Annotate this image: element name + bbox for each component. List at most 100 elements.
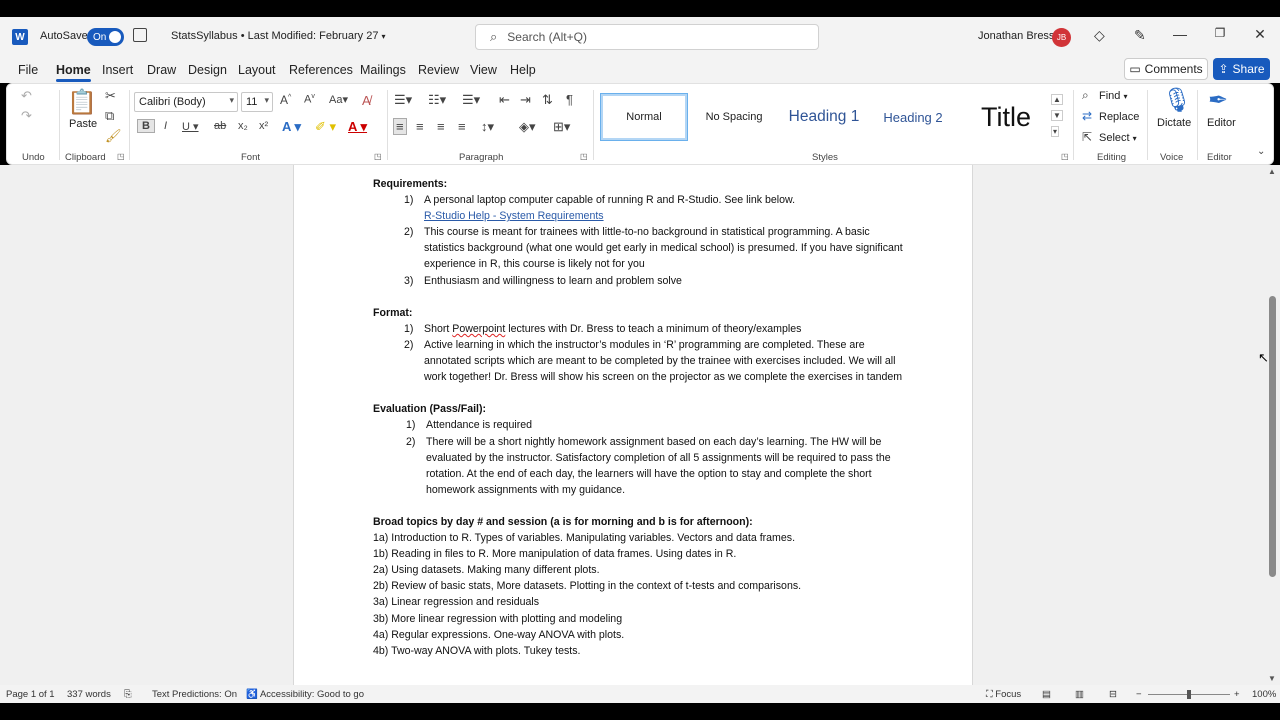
page-count[interactable]: Page 1 of 1 bbox=[6, 689, 55, 700]
tab-review[interactable]: Review bbox=[418, 63, 459, 77]
copy-icon[interactable]: ⧉ bbox=[105, 108, 114, 124]
microphone-icon[interactable]: 🎙 bbox=[1162, 86, 1192, 115]
grow-font-icon[interactable]: A^ bbox=[280, 93, 291, 107]
paste-icon[interactable]: 📋 bbox=[67, 88, 97, 117]
replace-icon[interactable]: ⇄ bbox=[1082, 109, 1092, 123]
format-painter-icon[interactable]: 🖌 bbox=[105, 128, 122, 144]
subscript-icon[interactable]: x₂ bbox=[238, 120, 248, 132]
find-button[interactable]: Find ▾ bbox=[1099, 90, 1127, 102]
select-button[interactable]: Select ▾ bbox=[1099, 132, 1137, 144]
scroll-down-icon[interactable]: ▼ bbox=[1268, 674, 1276, 683]
redo-icon[interactable]: ↷ bbox=[21, 108, 32, 124]
accessibility-status[interactable]: ♿ Accessibility: Good to go bbox=[246, 689, 364, 700]
save-icon[interactable] bbox=[133, 28, 147, 42]
paste-button[interactable]: Paste bbox=[69, 118, 97, 130]
decrease-indent-icon[interactable]: ⇤ bbox=[499, 92, 510, 108]
minimize-button[interactable]: — bbox=[1170, 26, 1190, 42]
web-layout-icon[interactable]: ⊟ bbox=[1109, 689, 1117, 700]
underline-icon[interactable]: U ▾ bbox=[182, 120, 199, 133]
highlight-icon[interactable]: ✐ ▾ bbox=[315, 119, 336, 135]
bold-icon[interactable]: B bbox=[137, 119, 155, 133]
tab-home[interactable]: Home bbox=[56, 63, 91, 82]
multilevel-list-icon[interactable]: ☰▾ bbox=[462, 92, 480, 108]
strikethrough-icon[interactable]: ab bbox=[214, 120, 226, 132]
align-left-icon[interactable]: ≡ bbox=[393, 118, 407, 135]
autosave-toggle[interactable]: On bbox=[87, 28, 124, 46]
style-heading-2[interactable]: Heading 2 bbox=[873, 94, 953, 140]
replace-button[interactable]: Replace bbox=[1099, 111, 1139, 123]
editor-button[interactable]: Editor bbox=[1207, 117, 1236, 129]
pen-icon[interactable]: ✎ bbox=[1134, 27, 1146, 44]
clear-formatting-icon[interactable]: A̸ bbox=[362, 93, 371, 108]
style-title[interactable]: Title bbox=[962, 94, 1050, 140]
align-center-icon[interactable]: ≡ bbox=[416, 119, 424, 134]
share-button[interactable]: ⇪ Share bbox=[1213, 58, 1270, 80]
zoom-level[interactable]: 100% bbox=[1252, 689, 1276, 700]
editor-icon[interactable]: ✒ bbox=[1208, 86, 1228, 115]
styles-more-icon[interactable]: ▾ bbox=[1051, 126, 1060, 137]
vertical-scrollbar[interactable]: ▲ ▼ bbox=[1265, 165, 1280, 685]
style-heading-1[interactable]: Heading 1 bbox=[781, 94, 867, 140]
font-color-icon[interactable]: A ▾ bbox=[348, 119, 367, 135]
proofing-icon[interactable]: ⎘ bbox=[124, 689, 132, 700]
styles-scroll-up-icon[interactable]: ▲ bbox=[1051, 94, 1063, 105]
spelling-flag[interactable]: Powerpoint bbox=[452, 323, 505, 335]
superscript-icon[interactable]: x² bbox=[259, 120, 268, 132]
tab-design[interactable]: Design bbox=[188, 63, 227, 77]
justify-icon[interactable]: ≡ bbox=[458, 119, 466, 134]
line-spacing-icon[interactable]: ↕▾ bbox=[481, 119, 494, 135]
zoom-out-icon[interactable]: − bbox=[1136, 689, 1142, 700]
font-launcher-icon[interactable]: ◳ bbox=[374, 152, 382, 161]
tab-insert[interactable]: Insert bbox=[102, 63, 133, 77]
document-page[interactable]: Requirements: 1) A personal laptop comput… bbox=[293, 165, 973, 685]
dictate-button[interactable]: Dictate bbox=[1157, 117, 1191, 129]
show-marks-icon[interactable]: ¶ bbox=[566, 92, 573, 107]
style-no-spacing[interactable]: No Spacing bbox=[693, 94, 775, 140]
numbering-icon[interactable]: ☷▾ bbox=[428, 92, 446, 108]
read-mode-icon[interactable]: ▤ bbox=[1042, 689, 1051, 700]
zoom-slider-thumb[interactable] bbox=[1187, 690, 1191, 699]
tab-mailings[interactable]: Mailings bbox=[360, 63, 406, 77]
style-normal[interactable]: Normal bbox=[600, 93, 688, 141]
align-right-icon[interactable]: ≡ bbox=[437, 119, 445, 134]
tab-draw[interactable]: Draw bbox=[147, 63, 176, 77]
user-name[interactable]: Jonathan Bress bbox=[978, 30, 1054, 42]
find-icon[interactable]: ⌕ bbox=[1082, 88, 1089, 103]
text-predictions[interactable]: Text Predictions: On bbox=[152, 689, 237, 700]
shrink-font-icon[interactable]: Av bbox=[304, 93, 315, 106]
clipboard-launcher-icon[interactable]: ◳ bbox=[117, 152, 125, 161]
change-case-icon[interactable]: Aa▾ bbox=[329, 93, 348, 106]
close-button[interactable]: ✕ bbox=[1250, 26, 1270, 43]
shading-icon[interactable]: ◈▾ bbox=[519, 119, 536, 135]
document-body[interactable]: Requirements: 1) A personal laptop comput… bbox=[373, 176, 913, 659]
paragraph-launcher-icon[interactable]: ◳ bbox=[580, 152, 588, 161]
print-layout-icon[interactable]: ▥ bbox=[1075, 689, 1084, 700]
italic-icon[interactable]: I bbox=[164, 120, 167, 132]
ribbon-collapse-icon[interactable]: ⌄ bbox=[1257, 146, 1265, 157]
bullets-icon[interactable]: ☰▾ bbox=[394, 92, 412, 108]
tab-view[interactable]: View bbox=[470, 63, 497, 77]
comments-button[interactable]: ▭ Comments bbox=[1124, 58, 1208, 80]
tab-help[interactable]: Help bbox=[510, 63, 536, 77]
cut-icon[interactable]: ✂ bbox=[105, 88, 116, 104]
increase-indent-icon[interactable]: ⇥ bbox=[520, 92, 531, 108]
document-title[interactable]: StatsSyllabus • Last Modified: February … bbox=[171, 30, 386, 42]
restore-button[interactable]: ❐ bbox=[1210, 26, 1230, 40]
search-input[interactable]: ⌕ Search (Alt+Q) bbox=[475, 24, 819, 50]
focus-button[interactable]: ⛶ Focus bbox=[986, 689, 1021, 700]
undo-icon[interactable]: ↶ bbox=[21, 88, 32, 104]
styles-scroll-down-icon[interactable]: ▼ bbox=[1051, 110, 1063, 121]
font-size-select[interactable]: 11 ▾ bbox=[241, 92, 273, 112]
diamond-icon[interactable]: ◇ bbox=[1094, 27, 1105, 44]
select-icon[interactable]: ⇱ bbox=[1082, 130, 1092, 144]
tab-references[interactable]: References bbox=[289, 63, 353, 77]
system-requirements-link[interactable]: R-Studio Help - System Requirements bbox=[424, 210, 604, 222]
borders-icon[interactable]: ⊞▾ bbox=[553, 119, 570, 135]
scroll-up-icon[interactable]: ▲ bbox=[1268, 167, 1276, 176]
scrollbar-thumb[interactable] bbox=[1269, 296, 1276, 577]
styles-launcher-icon[interactable]: ◳ bbox=[1061, 152, 1069, 161]
avatar[interactable]: JB bbox=[1052, 28, 1071, 47]
word-count[interactable]: 337 words bbox=[67, 689, 111, 700]
tab-file[interactable]: File bbox=[18, 63, 38, 77]
sort-icon[interactable]: ⇅ bbox=[542, 92, 553, 108]
